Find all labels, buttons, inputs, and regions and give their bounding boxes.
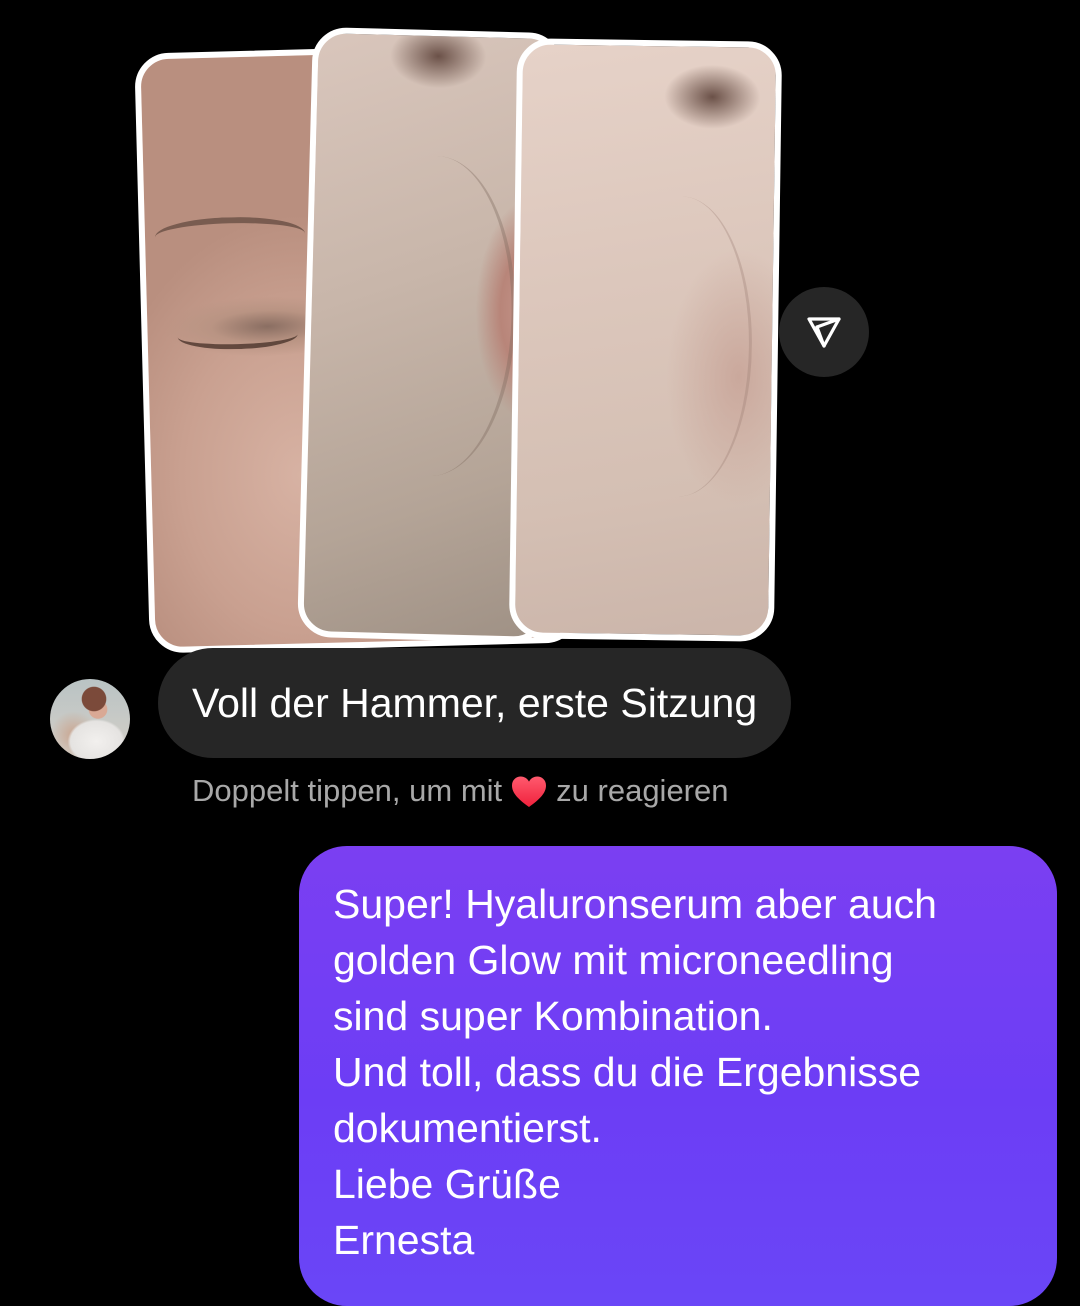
reaction-hint-text-after: zu reagieren	[556, 773, 729, 808]
photo-detail-fold	[606, 195, 755, 498]
incoming-message-bubble[interactable]: Voll der Hammer, erste Sitzung	[158, 648, 792, 758]
outgoing-message-line: Und toll, dass du die Ergebnisse	[333, 1049, 922, 1095]
photo-detail-eyelid	[177, 320, 298, 351]
reaction-hint: Doppelt tippen, um mit zu reagieren	[192, 770, 729, 812]
outgoing-message-line: Super! Hyaluronserum aber auch	[333, 881, 937, 927]
incoming-message-text: Voll der Hammer, erste Sitzung	[192, 679, 758, 726]
photo-card-front[interactable]	[508, 38, 783, 642]
reaction-hint-text-before: Doppelt tippen, um mit	[192, 773, 503, 808]
outgoing-message-bubble[interactable]: Super! Hyaluronserum aber auch golden Gl…	[299, 846, 1057, 1306]
share-send-icon	[807, 317, 841, 348]
photo-detail-brow	[154, 215, 306, 256]
shared-photo-stack[interactable]	[120, 20, 800, 654]
photo-detail-fold	[347, 153, 520, 479]
share-button[interactable]	[779, 287, 869, 377]
sender-avatar[interactable]	[50, 679, 130, 759]
outgoing-message-line: Liebe Grüße	[333, 1161, 561, 1207]
heart-icon	[512, 776, 547, 807]
outgoing-message-line: dokumentierst.	[333, 1105, 602, 1151]
outgoing-message-line: Ernesta	[333, 1217, 475, 1263]
outgoing-message-line: golden Glow mit microneedling	[333, 937, 894, 983]
outgoing-message-line: sind super Kombination.	[333, 993, 773, 1039]
